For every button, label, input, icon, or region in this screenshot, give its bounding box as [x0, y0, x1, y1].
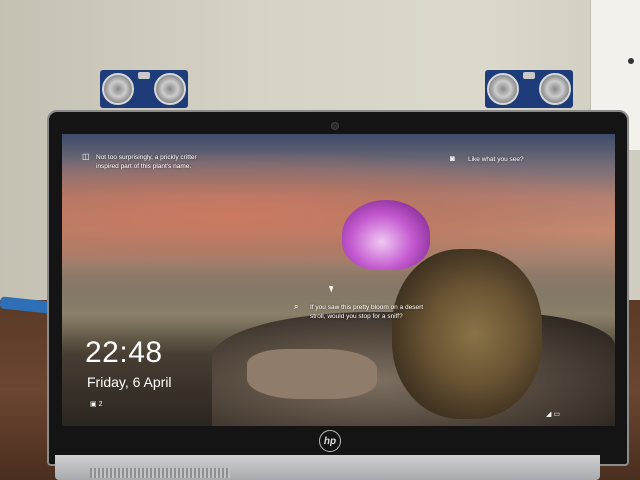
webcam	[331, 122, 339, 130]
notification-count: 2	[98, 401, 103, 408]
camera-icon[interactable]: ◙	[450, 154, 455, 163]
foreground-rock	[247, 349, 377, 399]
sensor-crystal	[138, 72, 150, 79]
spotlight-caption-center[interactable]: If you saw this pretty bloom on a desert…	[310, 303, 430, 321]
paper-pin	[628, 58, 634, 64]
search-icon[interactable]: ⌕	[294, 302, 298, 312]
lock-screen[interactable]: ◫ Not too surprisingly, a prickly critte…	[62, 134, 615, 426]
ultrasonic-sensor-left	[100, 70, 188, 108]
sensor-transducer	[154, 73, 186, 105]
notification-icon: ▣	[90, 401, 97, 408]
sensor-transducer	[487, 73, 519, 105]
cactus-flower	[342, 200, 430, 270]
speaker-grille	[90, 468, 230, 478]
spotlight-like-prompt[interactable]: Like what you see?	[468, 155, 524, 164]
sensor-transducer	[539, 73, 571, 105]
wifi-battery-icon: ◢ ▭	[546, 411, 560, 418]
cactus	[392, 249, 542, 419]
ultrasonic-sensor-right	[485, 70, 573, 108]
sensor-crystal	[523, 72, 535, 79]
sensor-transducer	[102, 73, 134, 105]
lock-date: Friday, 6 April	[87, 374, 172, 390]
notification-status: ▣ 2	[90, 400, 102, 408]
spotlight-caption-left[interactable]: Not too surprisingly, a prickly critter …	[96, 153, 206, 171]
lock-clock: 22:48	[85, 336, 163, 369]
camera-outline-icon[interactable]: ◫	[82, 152, 90, 161]
hp-logo: hp	[319, 430, 341, 452]
